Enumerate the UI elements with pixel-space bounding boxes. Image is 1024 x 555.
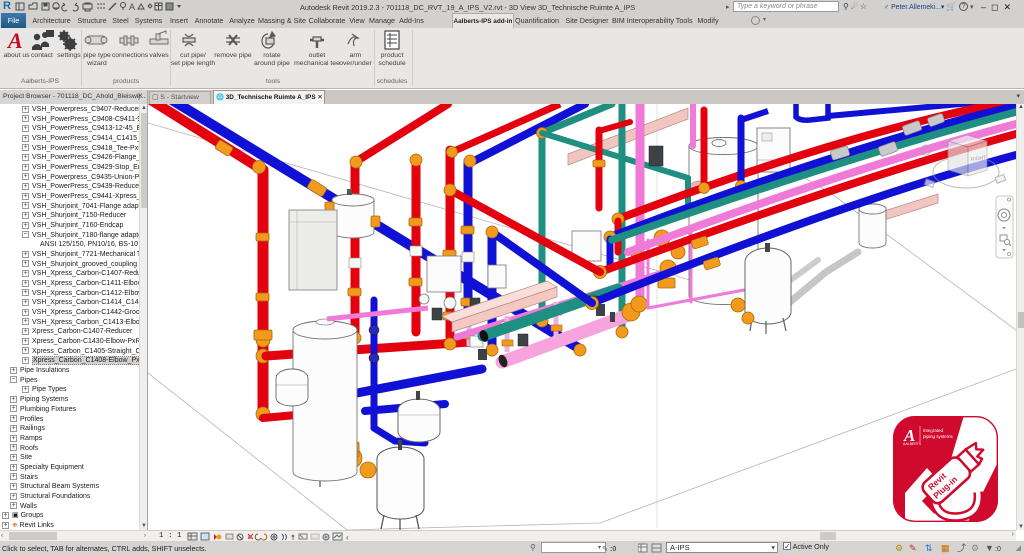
svg-text:AALBERTS: AALBERTS <box>903 442 922 446</box>
svg-text:⚙: ⚙ <box>971 543 979 553</box>
svg-text:✎: ✎ <box>909 543 917 553</box>
svg-text::0: :0 <box>995 546 1001 553</box>
svg-text:‹: ‹ <box>346 533 349 541</box>
svg-text:▦: ▦ <box>941 543 950 553</box>
svg-text:▼: ▼ <box>985 543 994 553</box>
svg-text:integrated: integrated <box>923 428 944 433</box>
svg-text:⚙: ⚙ <box>895 543 903 553</box>
svg-text:A: A <box>129 2 135 12</box>
svg-text:piping systems: piping systems <box>923 434 954 439</box>
svg-text:A: A <box>6 28 23 53</box>
svg-text:⤴: ⤴ <box>957 542 966 553</box>
svg-text:⇅: ⇅ <box>925 543 933 553</box>
